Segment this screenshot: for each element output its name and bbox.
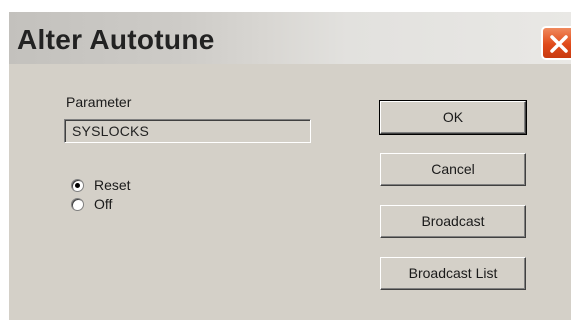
radio-off-label[interactable]: Off (94, 196, 112, 212)
dialog-title: Alter Autotune (17, 24, 215, 55)
parameter-field: SYSLOCKS (64, 119, 311, 143)
radio-reset-button[interactable] (71, 178, 84, 192)
cancel-button[interactable]: Cancel (380, 153, 526, 186)
broadcast-button[interactable]: Broadcast (380, 205, 526, 238)
ok-button[interactable]: OK (379, 100, 527, 135)
title-bar[interactable]: Alter Autotune (9, 12, 571, 64)
broadcast-list-button[interactable]: Broadcast List (380, 257, 526, 290)
alter-autotune-dialog: Alter Autotune Parameter SYSLOCKS Reset … (7, 10, 571, 320)
dialog-body: Parameter SYSLOCKS Reset Off OK Cancel B… (9, 64, 571, 322)
radio-off[interactable]: Off (71, 196, 112, 212)
parameter-label: Parameter (66, 94, 132, 110)
radio-reset-label[interactable]: Reset (94, 177, 131, 193)
radio-reset[interactable]: Reset (71, 177, 131, 193)
close-icon (550, 35, 568, 53)
radio-off-button[interactable] (71, 197, 84, 211)
close-button[interactable] (541, 26, 571, 60)
